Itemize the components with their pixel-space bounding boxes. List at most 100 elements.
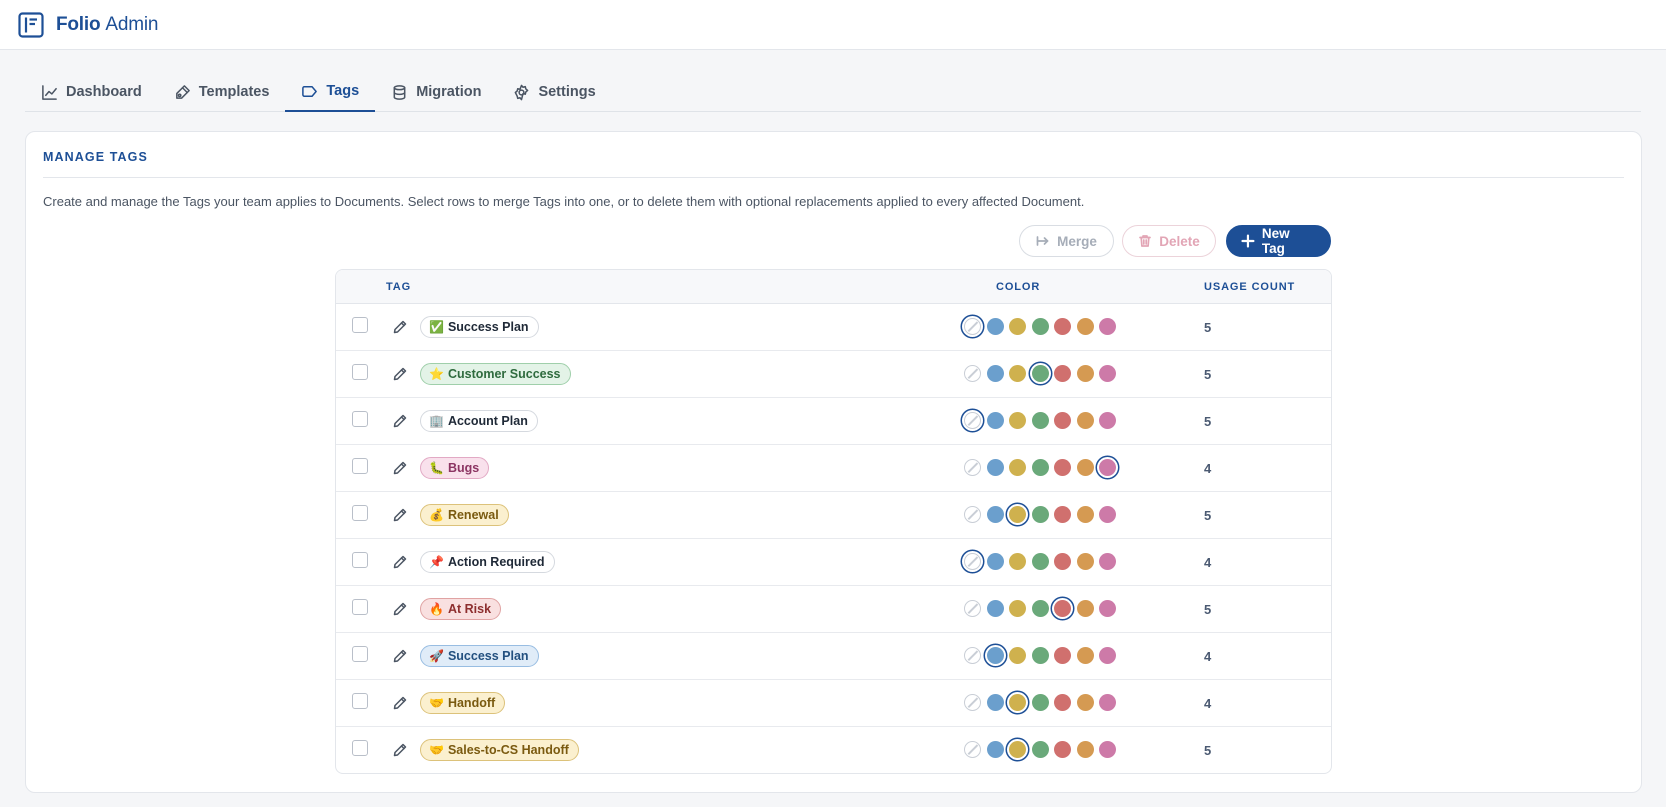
color-swatch-green[interactable] bbox=[1031, 694, 1049, 711]
color-swatch-none[interactable] bbox=[964, 600, 981, 617]
color-swatch-green[interactable] bbox=[1031, 412, 1049, 429]
edit-tag-button[interactable] bbox=[392, 366, 408, 382]
color-swatch-orange[interactable] bbox=[1076, 459, 1094, 476]
color-swatch-green[interactable] bbox=[1031, 600, 1049, 617]
color-swatch-none[interactable] bbox=[964, 553, 981, 570]
color-swatch-pink[interactable] bbox=[1099, 318, 1116, 335]
tab-templates[interactable]: Templates bbox=[158, 72, 286, 112]
color-swatch-blue[interactable] bbox=[986, 412, 1004, 429]
color-swatch-green[interactable] bbox=[1031, 365, 1049, 382]
color-swatch-orange[interactable] bbox=[1076, 365, 1094, 382]
new-tag-button[interactable]: New Tag bbox=[1226, 225, 1331, 257]
color-swatch-red[interactable] bbox=[1054, 459, 1071, 476]
color-swatch-yellow[interactable] bbox=[1009, 459, 1026, 476]
color-swatch-none[interactable] bbox=[964, 741, 981, 758]
edit-tag-button[interactable] bbox=[392, 413, 408, 429]
color-swatch-orange[interactable] bbox=[1076, 741, 1094, 758]
color-swatch-pink[interactable] bbox=[1099, 506, 1116, 523]
row-select-checkbox[interactable] bbox=[352, 599, 368, 615]
color-swatch-blue[interactable] bbox=[986, 318, 1004, 335]
color-swatch-none[interactable] bbox=[964, 647, 981, 664]
row-select-checkbox[interactable] bbox=[352, 317, 368, 333]
edit-tag-button[interactable] bbox=[392, 507, 408, 523]
color-swatch-orange[interactable] bbox=[1076, 318, 1094, 335]
tab-settings[interactable]: Settings bbox=[497, 72, 611, 112]
color-swatch-pink[interactable] bbox=[1099, 412, 1116, 429]
row-select-checkbox[interactable] bbox=[352, 458, 368, 474]
color-swatch-blue[interactable] bbox=[986, 459, 1004, 476]
edit-tag-button[interactable] bbox=[392, 601, 408, 617]
color-swatch-green[interactable] bbox=[1031, 459, 1049, 476]
row-select-checkbox[interactable] bbox=[352, 364, 368, 380]
color-swatch-blue[interactable] bbox=[986, 694, 1004, 711]
row-select-checkbox[interactable] bbox=[352, 646, 368, 662]
edit-tag-button[interactable] bbox=[392, 460, 408, 476]
color-swatch-none[interactable] bbox=[964, 459, 981, 476]
color-swatch-pink[interactable] bbox=[1099, 365, 1116, 382]
color-swatch-yellow[interactable] bbox=[1009, 318, 1026, 335]
table-row: ⭐ Customer Success 5 bbox=[336, 351, 1331, 398]
color-swatch-red[interactable] bbox=[1054, 600, 1071, 617]
color-swatch-orange[interactable] bbox=[1076, 694, 1094, 711]
color-swatch-pink[interactable] bbox=[1099, 741, 1116, 758]
color-swatch-green[interactable] bbox=[1031, 647, 1049, 664]
color-swatch-yellow[interactable] bbox=[1009, 647, 1026, 664]
color-swatch-pink[interactable] bbox=[1099, 459, 1116, 476]
color-swatch-yellow[interactable] bbox=[1009, 553, 1026, 570]
edit-tag-button[interactable] bbox=[392, 742, 408, 758]
color-swatch-orange[interactable] bbox=[1076, 412, 1094, 429]
color-swatch-none[interactable] bbox=[964, 506, 981, 523]
color-swatch-red[interactable] bbox=[1054, 412, 1071, 429]
tab-tags[interactable]: Tags bbox=[285, 72, 376, 112]
color-swatch-yellow[interactable] bbox=[1009, 694, 1026, 711]
color-swatch-orange[interactable] bbox=[1076, 506, 1094, 523]
color-swatch-red[interactable] bbox=[1054, 741, 1071, 758]
color-swatch-yellow[interactable] bbox=[1009, 600, 1026, 617]
pencil-icon bbox=[393, 414, 407, 428]
color-swatch-blue[interactable] bbox=[986, 741, 1004, 758]
color-swatch-red[interactable] bbox=[1054, 365, 1071, 382]
color-swatch-orange[interactable] bbox=[1076, 553, 1094, 570]
row-select-checkbox[interactable] bbox=[352, 552, 368, 568]
color-swatch-yellow[interactable] bbox=[1009, 741, 1026, 758]
color-swatch-none[interactable] bbox=[964, 694, 981, 711]
edit-tag-button[interactable] bbox=[392, 319, 408, 335]
color-swatch-orange[interactable] bbox=[1076, 647, 1094, 664]
color-swatch-green[interactable] bbox=[1031, 506, 1049, 523]
tab-migration[interactable]: Migration bbox=[375, 72, 497, 112]
color-swatch-red[interactable] bbox=[1054, 318, 1071, 335]
color-swatch-red[interactable] bbox=[1054, 553, 1071, 570]
color-swatch-blue[interactable] bbox=[986, 553, 1004, 570]
delete-button[interactable]: Delete bbox=[1122, 225, 1216, 257]
row-select-checkbox[interactable] bbox=[352, 505, 368, 521]
color-swatch-pink[interactable] bbox=[1099, 553, 1116, 570]
color-swatch-orange[interactable] bbox=[1076, 600, 1094, 617]
color-swatch-yellow[interactable] bbox=[1009, 365, 1026, 382]
color-swatch-none[interactable] bbox=[964, 365, 981, 382]
color-swatch-blue[interactable] bbox=[986, 647, 1004, 664]
color-swatch-red[interactable] bbox=[1054, 647, 1071, 664]
tab-dashboard[interactable]: Dashboard bbox=[25, 72, 158, 112]
color-swatch-none[interactable] bbox=[964, 412, 981, 429]
row-select-checkbox[interactable] bbox=[352, 693, 368, 709]
color-swatch-blue[interactable] bbox=[986, 600, 1004, 617]
color-swatch-green[interactable] bbox=[1031, 553, 1049, 570]
color-swatch-none[interactable] bbox=[964, 318, 981, 335]
row-select-checkbox[interactable] bbox=[352, 411, 368, 427]
color-swatch-blue[interactable] bbox=[986, 365, 1004, 382]
color-swatch-green[interactable] bbox=[1031, 318, 1049, 335]
color-swatch-red[interactable] bbox=[1054, 694, 1071, 711]
color-swatch-blue[interactable] bbox=[986, 506, 1004, 523]
color-swatch-pink[interactable] bbox=[1099, 600, 1116, 617]
color-swatch-pink[interactable] bbox=[1099, 647, 1116, 664]
merge-button[interactable]: Merge bbox=[1019, 225, 1114, 257]
edit-tag-button[interactable] bbox=[392, 648, 408, 664]
color-swatch-green[interactable] bbox=[1031, 741, 1049, 758]
row-select-checkbox[interactable] bbox=[352, 740, 368, 756]
edit-tag-button[interactable] bbox=[392, 554, 408, 570]
color-swatch-yellow[interactable] bbox=[1009, 506, 1026, 523]
color-swatch-red[interactable] bbox=[1054, 506, 1071, 523]
edit-tag-button[interactable] bbox=[392, 695, 408, 711]
color-swatch-yellow[interactable] bbox=[1009, 412, 1026, 429]
color-swatch-pink[interactable] bbox=[1099, 694, 1116, 711]
